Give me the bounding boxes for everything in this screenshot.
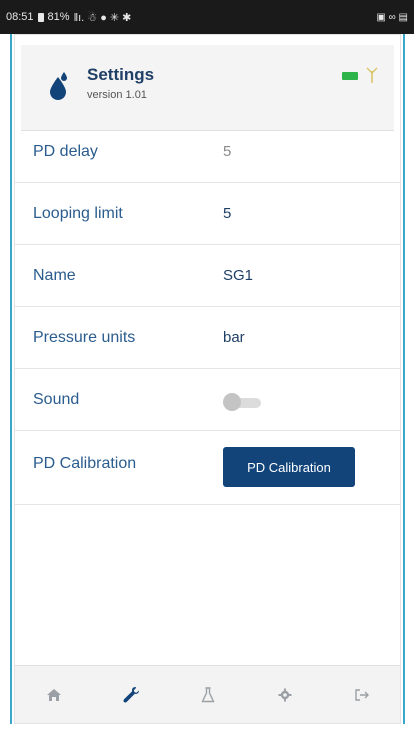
phone-frame: 08:51 81% ǁı. ☃ ● ✳ ✱ ▣ ∞ ▤ Settings ver… [0,0,414,740]
status-bar: 08:51 81% ǁı. ☃ ● ✳ ✱ ▣ ∞ ▤ [0,0,414,34]
flask-icon [200,687,215,703]
bottom-gap [0,724,414,740]
setting-label: Pressure units [33,329,136,346]
setting-label: Sound [33,391,80,408]
settings-list: PD delay 5 Looping limit 5 Name SG1 Pres… [15,121,400,505]
version-label: version 1.01 [87,89,147,101]
status-time: 08:51 [6,11,34,23]
status-right: ▣ ∞ ▤ [376,12,408,23]
nav-config[interactable] [270,680,300,710]
settings-app: Settings version 1.01 PD delay 5 Looping… [14,34,401,724]
nav-test[interactable] [193,680,223,710]
settings-header: Settings version 1.01 [21,45,394,131]
battery-status-icon [37,12,44,22]
setting-row-pressure-units[interactable]: Pressure units bar [15,307,400,369]
home-icon [46,689,61,701]
nav-logout[interactable] [347,680,377,710]
right-edge [403,34,414,740]
gear-icon [278,688,291,702]
toggle-knob [223,393,241,411]
page-title: Settings [87,65,155,84]
battery-icon [342,72,358,80]
bottom-nav [15,665,400,723]
setting-label: PD delay [33,143,98,160]
setting-label: Looping limit [33,205,123,222]
setting-value[interactable]: SG1 [223,267,253,284]
setting-label: PD Calibration [33,455,137,472]
setting-label: Name [33,267,76,284]
nav-settings[interactable] [116,680,146,710]
drop-icon [50,72,67,100]
setting-value[interactable]: 5 [223,143,231,160]
sound-toggle[interactable] [221,393,265,411]
status-left: 08:51 81% ǁı. ☃ ● ✳ ✱ [6,11,131,24]
wrench-icon [122,687,139,703]
left-edge [0,34,12,740]
status-left-icons: ǁı. ☃ ● ✳ ✱ [73,11,132,24]
setting-row-pd-calibration: PD Calibration PD Calibration [15,431,400,505]
setting-row-sound[interactable]: Sound [15,369,400,431]
status-right-icons: ▣ ∞ ▤ [376,11,408,23]
logout-icon [354,689,369,701]
antenna-icon [366,67,378,83]
setting-row-looping-limit[interactable]: Looping limit 5 [15,183,400,245]
setting-value[interactable]: bar [223,329,245,346]
setting-row-name[interactable]: Name SG1 [15,245,400,307]
status-battery-percent: 81% [47,11,70,23]
pd-calibration-button[interactable]: PD Calibration [223,447,355,487]
setting-value[interactable]: 5 [223,205,231,222]
nav-home[interactable] [39,680,69,710]
setting-row-pd-delay[interactable]: PD delay 5 [15,121,400,183]
